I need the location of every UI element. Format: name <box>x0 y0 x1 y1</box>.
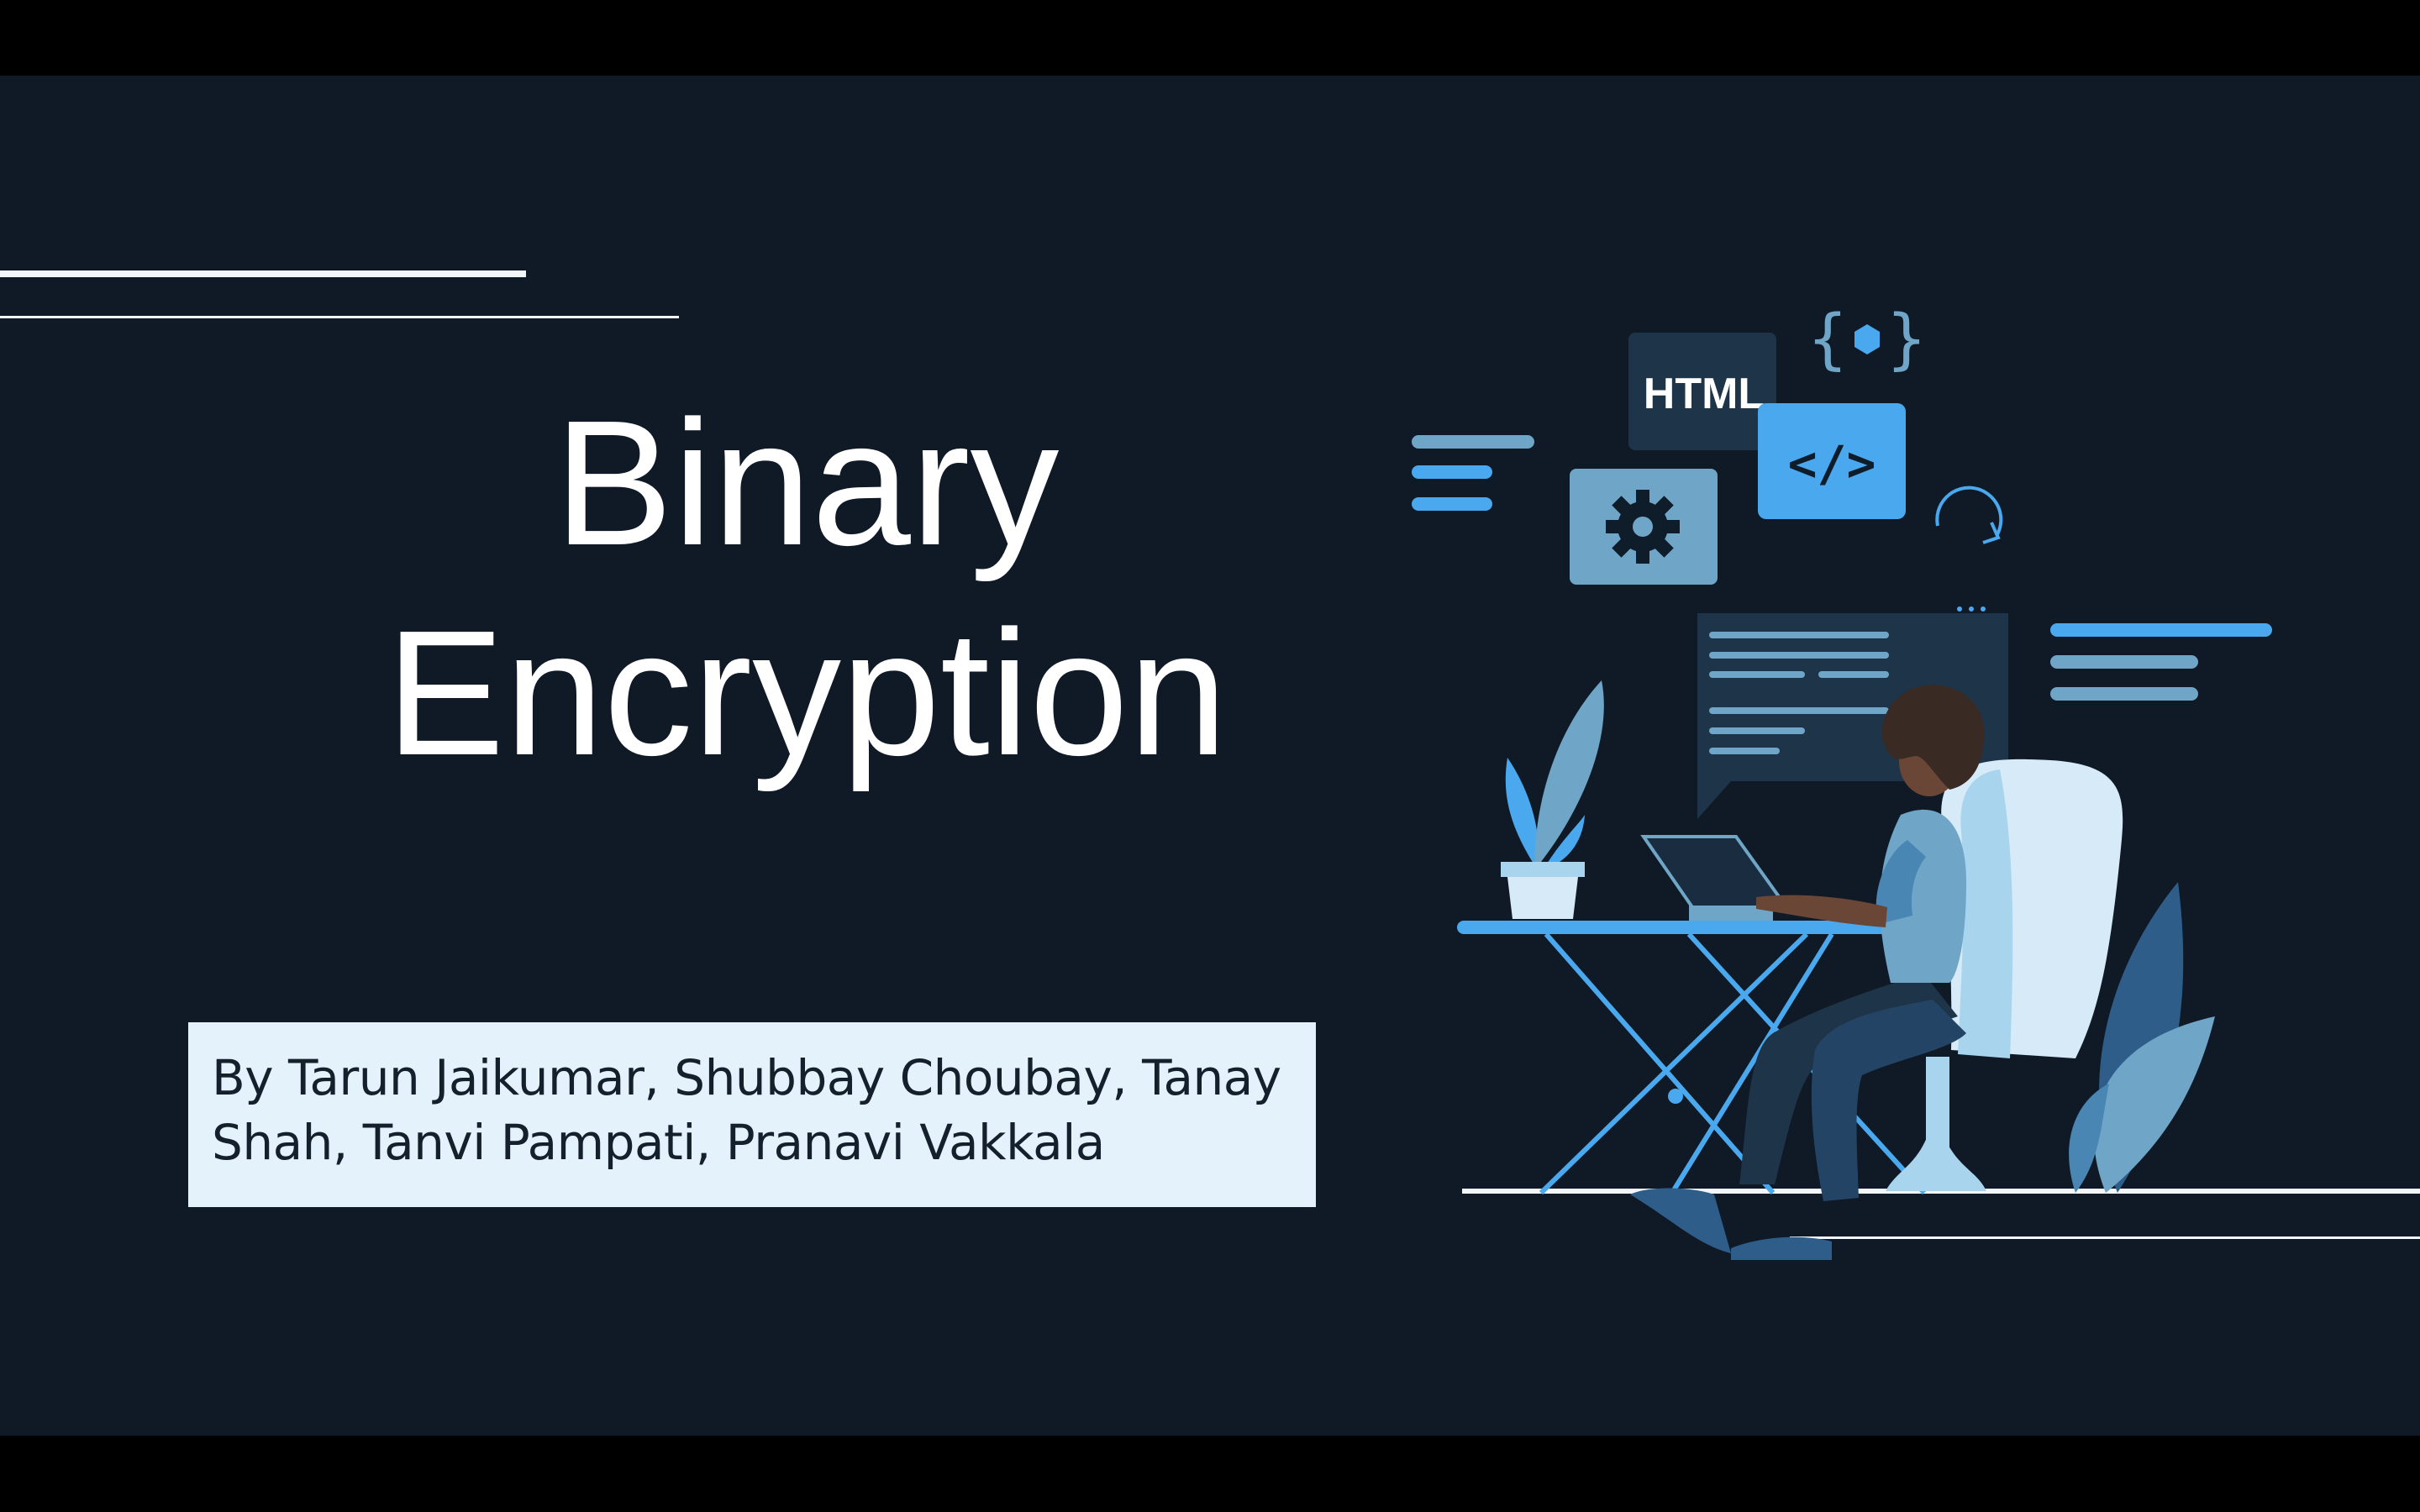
title-line-1: Binary <box>554 383 1060 582</box>
ellipsis-icon <box>1957 606 1986 612</box>
menu-lines-icon <box>1412 435 1534 511</box>
title-line-2: Encryption <box>386 593 1228 792</box>
decorative-line-top-thin <box>0 316 679 318</box>
text-lines-icon <box>2050 623 2272 701</box>
presentation-slide: Binary Encryption By Tarun Jaikumar, Shu… <box>0 76 2420 1436</box>
gear-card <box>1570 469 1718 585</box>
refresh-icon <box>1935 486 2003 544</box>
curly-braces-icon: { } <box>1808 302 1927 377</box>
letterbox-bottom <box>0 1436 2420 1512</box>
decorative-line-top-thick <box>0 270 526 277</box>
code-card: </> <box>1758 403 1906 519</box>
authors-box: By Tarun Jaikumar, Shubbay Choubay, Tana… <box>188 1022 1316 1207</box>
slide-title: Binary Encryption <box>302 378 1311 798</box>
html-card-label: HTML <box>1644 370 1765 418</box>
html-card: HTML <box>1628 333 1776 450</box>
desk-plant <box>1501 680 1604 919</box>
authors-text: By Tarun Jaikumar, Shubbay Choubay, Tana… <box>212 1049 1281 1171</box>
developer-illustration: HTML </> { } <box>1412 302 2272 1260</box>
code-card-label: </> <box>1788 435 1876 492</box>
gear-icon <box>1606 490 1680 564</box>
letterbox-top <box>0 0 2420 76</box>
